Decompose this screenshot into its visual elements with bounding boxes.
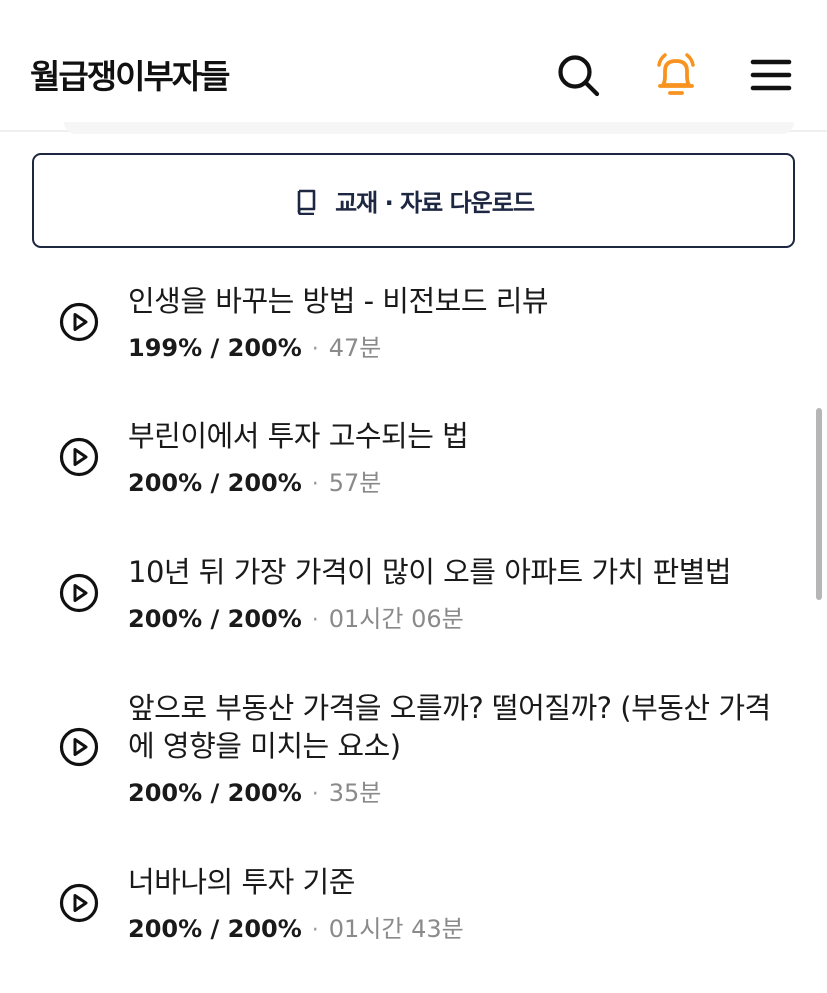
lesson-progress: 200% / 200% [128,779,302,807]
meta-separator: · [311,918,319,943]
lesson-progress: 200% / 200% [128,915,302,943]
lesson-meta: 200% / 200% · 35분 [128,773,381,808]
lesson-title: 부린이에서 투자 고수되는 법 [128,419,469,453]
lesson-duration: 47분 [328,334,382,362]
play-icon [59,573,99,613]
bell-icon [657,53,695,95]
meta-separator: · [311,608,319,633]
app-logo[interactable]: 월급쟁이부자들 [30,50,231,98]
lesson-item[interactable]: 부린이에서 투자 고수되는 법 200% / 200% · 57분 [0,415,810,515]
lesson-item[interactable]: 앞으로 부동산 가격을 오를까? 떨어질까? (부동산 가격에 영향을 미치는 … [0,687,810,817]
lesson-title: 앞으로 부동산 가격을 오를까? 떨어질까? (부동산 가격에 영향을 미치는 … [128,691,771,763]
hamburger-menu-icon [750,59,792,91]
lesson-duration: 35분 [328,779,382,807]
notification-button[interactable] [651,50,701,100]
lesson-meta: 200% / 200% · 01시간 43분 [128,909,464,944]
play-button[interactable] [58,572,100,614]
lesson-item[interactable]: 10년 뒤 가장 가격이 많이 오를 아파트 가치 판별법 200% / 200… [0,551,810,651]
materials-download-button[interactable]: 교재 · 자료 다운로드 [32,153,795,248]
play-button[interactable] [58,882,100,924]
meta-separator: · [311,337,319,362]
lesson-title: 너바나의 투자 기준 [128,865,355,899]
lesson-progress: 199% / 200% [128,334,302,362]
lesson-meta: 199% / 200% · 47분 [128,328,381,363]
menu-button[interactable] [746,50,796,100]
play-icon [59,727,99,767]
lesson-meta: 200% / 200% · 57분 [128,463,381,498]
meta-separator: · [311,782,319,807]
download-button-label: 교재 · 자료 다운로드 [335,189,535,217]
play-button[interactable] [58,301,100,343]
book-icon [297,189,316,215]
lesson-item[interactable]: 인생을 바꾸는 방법 - 비전보드 리뷰 199% / 200% · 47분 [0,280,810,380]
play-button[interactable] [58,726,100,768]
play-button[interactable] [58,436,100,478]
lesson-item[interactable]: 너바나의 투자 기준 200% / 200% · 01시간 43분 [0,861,810,961]
search-button[interactable] [553,50,603,100]
top-header: 월급쟁이부자들 [0,0,827,132]
search-icon [558,55,600,97]
lesson-title: 인생을 바꾸는 방법 - 비전보드 리뷰 [128,284,549,318]
play-icon [59,883,99,923]
lesson-duration: 57분 [328,469,382,497]
lesson-progress: 200% / 200% [128,605,302,633]
lesson-duration: 01시간 06분 [328,605,464,633]
vertical-scrollbar[interactable] [816,408,822,600]
lesson-progress: 200% / 200% [128,469,302,497]
play-icon [59,437,99,477]
scrolled-content-edge [64,122,794,134]
meta-separator: · [311,472,319,497]
lesson-duration: 01시간 43분 [328,915,464,943]
play-icon [59,302,99,342]
lesson-title: 10년 뒤 가장 가격이 많이 오를 아파트 가치 판별법 [128,555,732,589]
lesson-meta: 200% / 200% · 01시간 06분 [128,599,464,634]
